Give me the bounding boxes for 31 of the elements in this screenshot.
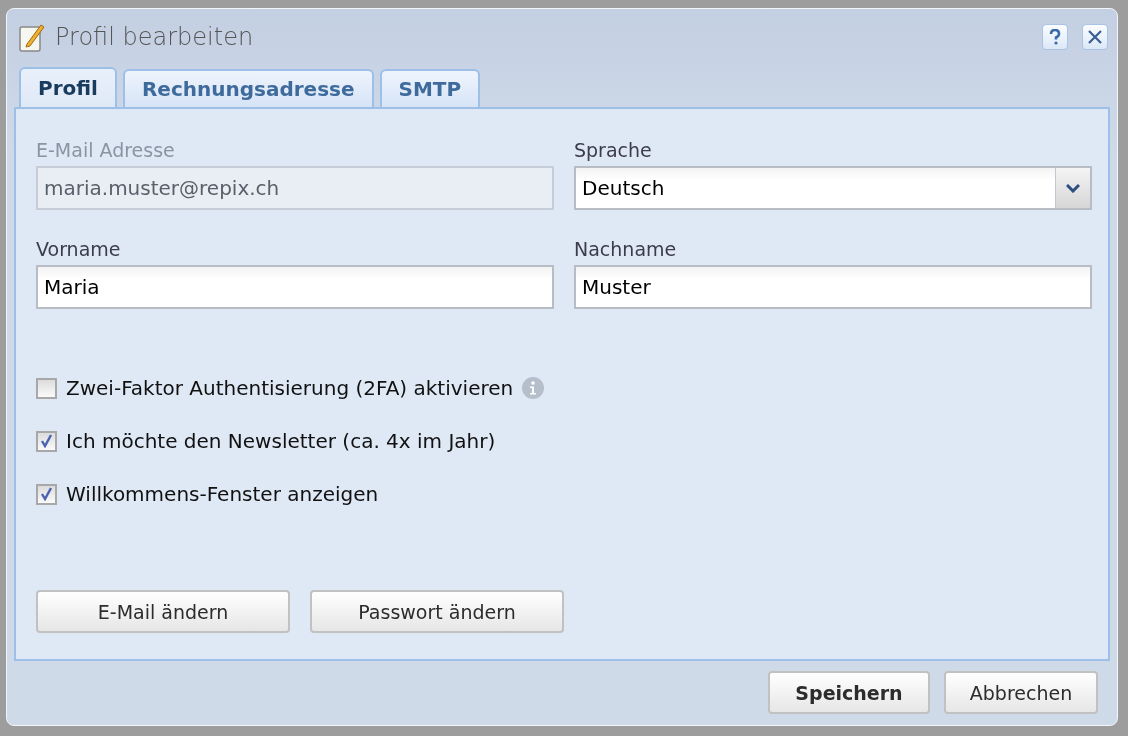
checkmark-icon	[40, 434, 53, 448]
checkmark-icon	[40, 487, 53, 501]
tab[interactable]: SMTP	[379, 69, 481, 107]
action-button[interactable]: Passwort ändern	[310, 590, 564, 633]
select-value: Deutsch	[581, 176, 665, 200]
checkbox-label: Willkommens-Fenster anzeigen	[66, 482, 379, 506]
field-label: E-Mail Adresse	[36, 139, 176, 161]
close-button[interactable]	[1082, 24, 1108, 50]
language-select[interactable]: Deutsch	[574, 166, 1092, 210]
close-icon	[1087, 29, 1103, 45]
save-button[interactable]: Speichern	[768, 671, 930, 714]
tab[interactable]: Profil	[19, 67, 117, 107]
help-icon	[1049, 29, 1061, 45]
input-field[interactable]: Maria	[36, 265, 554, 309]
cancel-button[interactable]: Abbrechen	[944, 671, 1098, 714]
help-button[interactable]	[1042, 24, 1068, 50]
window-title: Profil bearbeiten	[55, 23, 255, 51]
input-field[interactable]: Muster	[574, 265, 1092, 309]
chevron-down-icon	[1066, 183, 1080, 193]
tab[interactable]: Rechnungsadresse	[122, 69, 374, 107]
edit-icon	[19, 22, 45, 52]
field-label: Vorname	[36, 238, 122, 260]
checkbox[interactable]	[36, 430, 57, 452]
checkbox[interactable]	[36, 377, 57, 399]
checkbox-label: Zwei-Faktor Authentisierung (2FA) aktivieren	[66, 376, 514, 400]
checkbox[interactable]	[36, 483, 57, 505]
checkbox-label: Ich möchte den Newsletter (ca. 4x im Jahr)	[66, 429, 496, 453]
dropdown-button[interactable]	[1055, 168, 1090, 208]
field-label: Sprache	[574, 139, 653, 161]
action-button[interactable]: E-Mail ändern	[36, 590, 290, 633]
field-label: Nachname	[574, 238, 678, 260]
